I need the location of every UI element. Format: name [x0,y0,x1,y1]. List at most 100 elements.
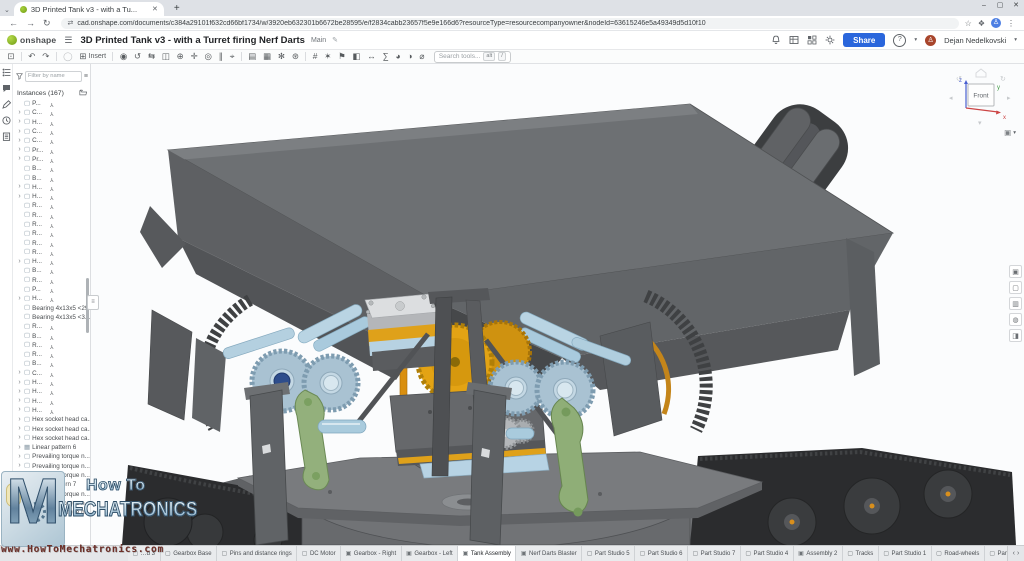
workspace-label[interactable]: Main [311,37,326,44]
open-folder-icon[interactable] [79,89,87,98]
tree-item[interactable]: ▢R...Y [14,248,90,257]
expander-icon[interactable]: › [17,434,22,442]
toolbar-circular-pattern-icon[interactable]: ✻ [275,50,289,63]
expander-icon[interactable]: › [17,444,22,452]
tree-item[interactable]: ▢R...Y [14,322,90,331]
help-button[interactable]: ? [893,34,906,47]
toolbar-slider-mate-icon[interactable]: ⇆ [145,50,159,63]
element-tab-part-studio-1[interactable]: ▢Part Studio 1 [879,546,932,561]
list-view-icon[interactable]: ≡ [84,73,88,80]
toolbar-sketch-icon[interactable]: ◯ [60,50,76,63]
tree-item[interactable]: ▢R...Y [14,229,90,238]
graphics-area[interactable]: ↺ ↻ ◂ ▸ ▾ Front z x y ▣▾ ▣▢▥◍◨ [91,64,1024,545]
toolbar-mass-properties-icon[interactable]: ∑ [379,50,392,63]
tree-item[interactable]: ›▢Prevailing torque n... [14,462,90,471]
back-icon[interactable]: ← [9,17,18,30]
filter-funnel-icon[interactable] [16,67,23,85]
toolbar-group-icon[interactable]: ▤ [245,50,260,63]
window-minimize-button[interactable]: – [976,0,992,12]
app-store-icon[interactable] [807,35,817,45]
element-tab-part-studio-5[interactable]: ▢Part Studio 5 [582,546,635,561]
settings-gear-icon[interactable] [825,35,835,45]
expander-icon[interactable]: › [17,109,22,117]
element-tab-part-studio-6[interactable]: ▢Part Studio 6 [635,546,688,561]
toolbar-revolute-mate-icon[interactable]: ↺ [131,50,145,63]
instance-tree-icon[interactable] [2,68,11,77]
toolbar-cylindrical-mate-icon[interactable]: ⊕ [173,50,187,63]
toolbar-section-view-icon[interactable]: ◧ [349,50,364,63]
toolbar-pin-slot-mate-icon[interactable]: ✛ [187,50,201,63]
tab-scroll-next-icon[interactable]: › [1017,550,1019,557]
tree-item[interactable]: ▢P...Y [14,285,90,294]
toolbar-display-states-icon[interactable]: ◑ [404,50,416,63]
expander-icon[interactable]: › [17,388,22,396]
tree-item[interactable]: ›▢Hex socket head ca... [14,434,90,443]
tree-item[interactable]: ▢B...Y [14,173,90,182]
toolbar-edit-in-context-icon[interactable]: ⊡ [4,50,18,63]
expander-icon[interactable]: › [17,397,22,405]
expander-icon[interactable]: › [17,425,22,433]
notes-clipboard-icon[interactable] [2,132,11,141]
tree-item[interactable]: ›▢C...Y [14,108,90,117]
tree-item[interactable]: ▢Bearing 4x13x5 <29> [14,304,90,313]
element-tab-part-studio-3[interactable]: ▢Part Studio 3 [985,546,1008,561]
expander-icon[interactable]: › [17,193,22,201]
toolbar-mate-icon[interactable]: ◉ [116,50,130,63]
tree-item[interactable]: ›▢H...Y [14,118,90,127]
toolbar-tangent-mate-icon[interactable]: ⌖ [226,50,238,63]
browser-profile-avatar[interactable]: ♙ [991,18,1001,28]
notifications-bell-icon[interactable] [771,35,781,45]
tree-item[interactable]: ›▢H...Y [14,406,90,415]
rename-pencil-icon[interactable]: ✎ [332,36,338,44]
tab-list-caret-icon[interactable]: ⌄ [4,6,10,14]
tree-item[interactable]: ›▢C...Y [14,369,90,378]
browser-menu-icon[interactable]: ⋮ [1007,19,1015,28]
tree-item[interactable]: ▢B...Y [14,359,90,368]
extensions-icon[interactable]: ❖ [978,19,985,28]
toolbar-measure-icon[interactable]: ↔ [364,50,379,63]
browser-tab[interactable]: 3D Printed Tank v3 - with a Tu... ✕ [14,2,164,16]
tree-item[interactable]: ▢B...Y [14,164,90,173]
site-settings-icon[interactable]: ⇄ [68,19,74,27]
user-avatar[interactable]: ♙ [925,35,936,46]
tree-item[interactable]: ▢R...Y [14,201,90,210]
expander-icon[interactable]: › [17,462,22,470]
tree-item[interactable]: ▢Bearing 4x13x5 <3... [14,313,90,322]
element-tab-nerf-darts-blaster[interactable]: ▣Nerf Darts Blaster [516,546,582,561]
window-close-button[interactable]: ✕ [1008,0,1024,12]
toolbar-parallel-mate-icon[interactable]: ∥ [215,50,226,63]
expander-icon[interactable]: › [17,183,22,191]
comments-icon[interactable] [2,84,11,93]
toolbar-redo-icon[interactable]: ↷ [39,50,53,63]
documents-table-icon[interactable] [789,35,799,45]
element-tab-tank-assembly[interactable]: ▣Tank Assembly [458,546,516,561]
tab-close-icon[interactable]: ✕ [152,5,158,13]
tree-item[interactable]: ▢R...Y [14,276,90,285]
panel-collapse-handle[interactable]: ≡ [87,295,99,310]
tree-item[interactable]: ›▢H...Y [14,183,90,192]
tree-item[interactable]: ›▢H...Y [14,378,90,387]
tree-item[interactable]: ›▢H...Y [14,192,90,201]
element-tab-pins-and-distance-rings[interactable]: ▢Pins and distance rings [217,546,297,561]
forward-icon[interactable]: → [26,17,35,30]
3d-model-viewport[interactable] [91,64,1024,545]
element-tab-gearbox-right[interactable]: ▣Gearbox - Right [341,546,402,561]
element-tab-gearbox-left[interactable]: ▣Gearbox - Left [402,546,459,561]
section-view-icon[interactable]: ▣ [1009,265,1022,278]
explode-icon[interactable]: ▥ [1009,297,1022,310]
tree-item[interactable]: ▢R...Y [14,341,90,350]
tree-item[interactable]: ›▢H...Y [14,387,90,396]
tree-item[interactable]: ›▢Prevailing torque n... [14,452,90,461]
tree-item[interactable]: ›▢H...Y [14,397,90,406]
expander-icon[interactable]: › [17,258,22,266]
expander-icon[interactable]: › [17,128,22,136]
tree-item[interactable]: ▢B...Y [14,266,90,275]
address-input[interactable]: ⇄ cad.onshape.com/documents/c384a29101f6… [61,18,959,29]
new-tab-button[interactable]: + [174,3,180,14]
toolbar-insert-icon[interactable]: ⊞Insert [76,50,109,63]
expander-icon[interactable]: › [17,379,22,387]
toolbar-appearance-icon[interactable]: ◕ [392,50,404,63]
filter-input[interactable]: Filter by name [25,71,82,82]
tree-item[interactable]: ›▢H...Y [14,294,90,303]
expander-icon[interactable]: › [17,406,22,414]
